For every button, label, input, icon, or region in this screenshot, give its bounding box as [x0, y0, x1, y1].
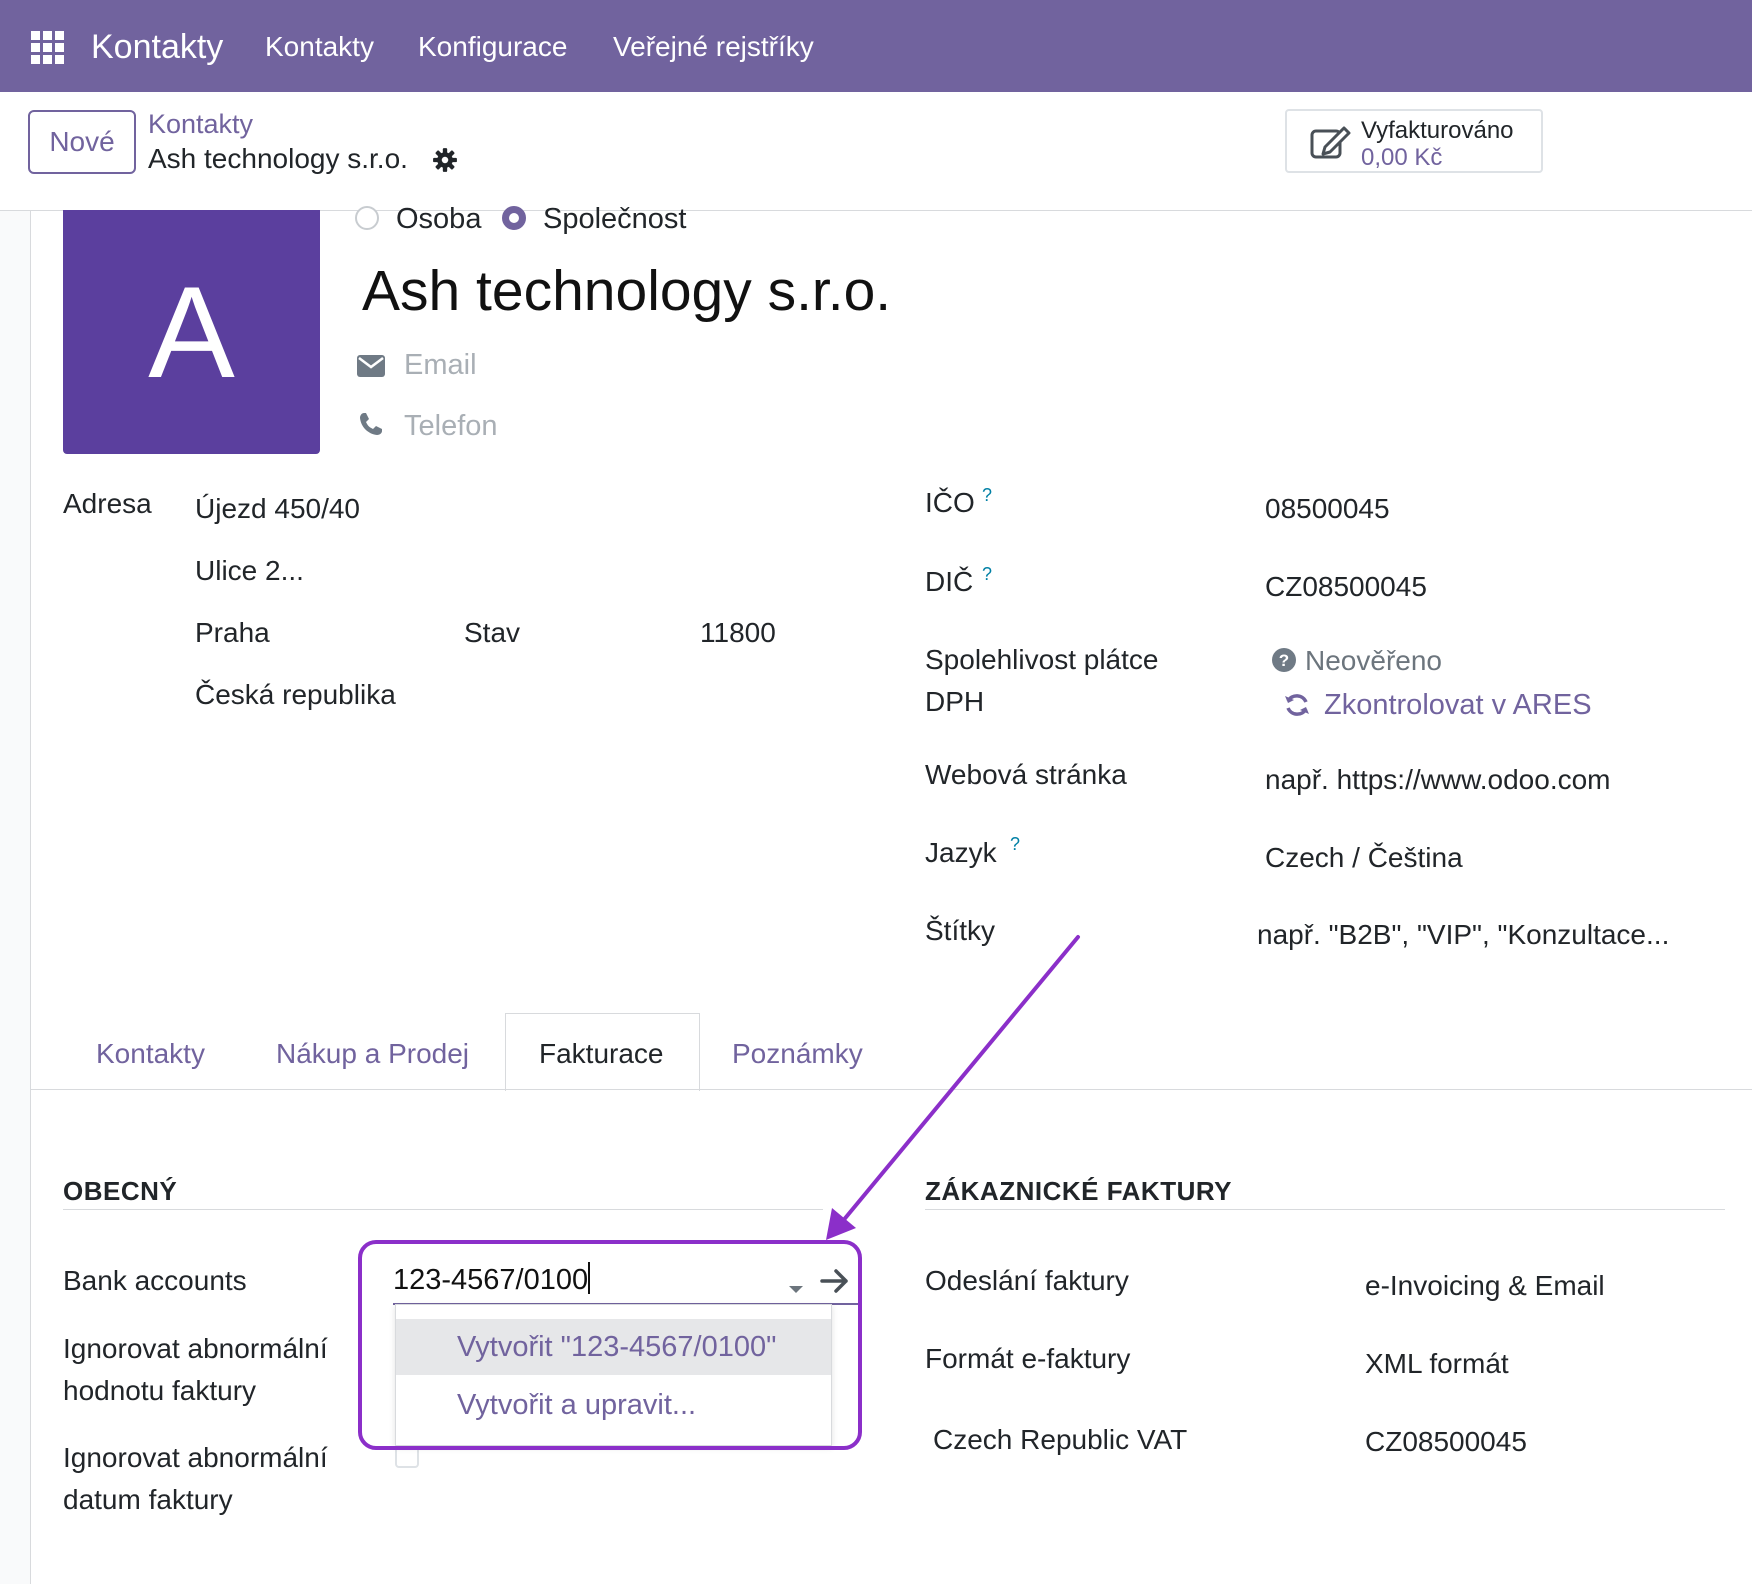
- tab-poznamky[interactable]: Poznámky: [732, 1038, 863, 1070]
- einvoice-format-field[interactable]: XML formát: [1365, 1348, 1509, 1380]
- city-field[interactable]: Praha: [195, 617, 270, 649]
- menu-item-verejne-rejstriky[interactable]: Veřejné rejstříky: [613, 31, 814, 63]
- general-section-divider: [63, 1209, 823, 1210]
- dic-help[interactable]: ?: [982, 564, 992, 585]
- tab-kontakty[interactable]: Kontakty: [96, 1038, 205, 1070]
- ignore-date-label-2: datum faktury: [63, 1484, 233, 1515]
- state-field[interactable]: Stav: [464, 617, 520, 649]
- top-navbar: [0, 0, 1752, 92]
- stat-value: 0,00 Kč: [1361, 144, 1443, 171]
- radio-person[interactable]: [355, 206, 379, 230]
- phone-icon: [360, 413, 382, 435]
- vat-reliability-label-2: DPH: [925, 686, 985, 717]
- radio-company-label[interactable]: Společnost: [543, 203, 687, 236]
- invoice-sending-label: Odeslání faktury: [925, 1265, 1129, 1296]
- language-field[interactable]: Czech / Čeština: [1265, 842, 1463, 874]
- breadcrumb-current: Ash technology s.r.o.: [148, 143, 408, 174]
- tags-label: Štítky: [925, 915, 996, 946]
- bank-accounts-label: Bank accounts: [63, 1265, 247, 1296]
- vat-reliability-status: Neověřeno: [1305, 645, 1442, 676]
- address-label: Adresa: [63, 488, 152, 519]
- zip-field[interactable]: 11800: [700, 617, 776, 649]
- company-name-field[interactable]: Ash technology s.r.o.: [362, 258, 891, 324]
- edit-icon: [1310, 126, 1351, 159]
- menu-item-konfigurace[interactable]: Konfigurace: [418, 31, 567, 63]
- gear-icon[interactable]: [432, 147, 458, 173]
- app-brand[interactable]: Kontakty: [91, 28, 223, 67]
- customer-invoices-section-title: ZÁKAZNICKÉ FAKTURY: [925, 1176, 1233, 1206]
- street2-field[interactable]: Ulice 2...: [195, 555, 304, 587]
- invoice-sending-field[interactable]: e-Invoicing & Email: [1365, 1270, 1605, 1302]
- dic-field[interactable]: CZ08500045: [1265, 571, 1427, 603]
- vat-reliability-label-1: Spolehlivost plátce: [925, 644, 1159, 675]
- menu-item-kontakty[interactable]: Kontakty: [265, 31, 374, 63]
- radio-person-label[interactable]: Osoba: [396, 203, 481, 236]
- radio-company[interactable]: [502, 206, 526, 230]
- invoiced-stat-button[interactable]: Vyfakturováno 0,00 Kč: [1285, 109, 1543, 173]
- tabs-divider: [30, 1089, 1752, 1090]
- tab-fakturace[interactable]: Fakturace: [539, 1038, 664, 1070]
- customer-invoices-divider: [925, 1209, 1725, 1210]
- svg-text:?: ?: [1279, 651, 1289, 670]
- ignore-date-label-1: Ignorovat abnormální: [63, 1442, 328, 1473]
- dic-label: DIČ: [925, 566, 974, 597]
- tags-field[interactable]: např. "B2B", "VIP", "Konzultace...: [1257, 919, 1669, 951]
- language-label: Jazyk: [925, 837, 997, 868]
- annotation-highlight-box: [358, 1240, 862, 1450]
- tab-nakup-prodej[interactable]: Nákup a Prodej: [276, 1038, 469, 1070]
- ico-help[interactable]: ?: [982, 485, 992, 506]
- country-field[interactable]: Česká republika: [195, 679, 396, 711]
- avatar[interactable]: A: [63, 210, 320, 454]
- language-help[interactable]: ?: [1010, 834, 1020, 855]
- ignore-amount-label-1: Ignorovat abnormální: [63, 1333, 328, 1364]
- apps-grid-icon[interactable]: [31, 31, 64, 64]
- breadcrumb-parent[interactable]: Kontakty: [148, 109, 253, 140]
- check-ares-link[interactable]: Zkontrolovat v ARES: [1324, 689, 1592, 722]
- website-field[interactable]: např. https://www.odoo.com: [1265, 764, 1611, 796]
- czech-vat-label: Czech Republic VAT: [933, 1424, 1188, 1455]
- stat-label: Vyfakturováno: [1361, 117, 1514, 144]
- question-circle-icon: ?: [1272, 648, 1296, 672]
- ignore-amount-label-2: hodnotu faktury: [63, 1375, 257, 1406]
- street-field[interactable]: Újezd 450/40: [195, 493, 360, 525]
- envelope-icon: [357, 355, 385, 377]
- ico-label: IČO: [925, 487, 975, 518]
- czech-vat-field[interactable]: CZ08500045: [1365, 1426, 1527, 1458]
- website-label: Webová stránka: [925, 759, 1127, 790]
- refresh-icon[interactable]: [1284, 692, 1310, 718]
- new-button[interactable]: Nové: [28, 110, 136, 174]
- general-section-title: OBECNÝ: [63, 1176, 178, 1206]
- phone-field[interactable]: Telefon: [404, 410, 498, 443]
- email-field[interactable]: Email: [404, 349, 477, 382]
- ico-field[interactable]: 08500045: [1265, 493, 1390, 525]
- einvoice-format-label: Formát e-faktury: [925, 1343, 1131, 1374]
